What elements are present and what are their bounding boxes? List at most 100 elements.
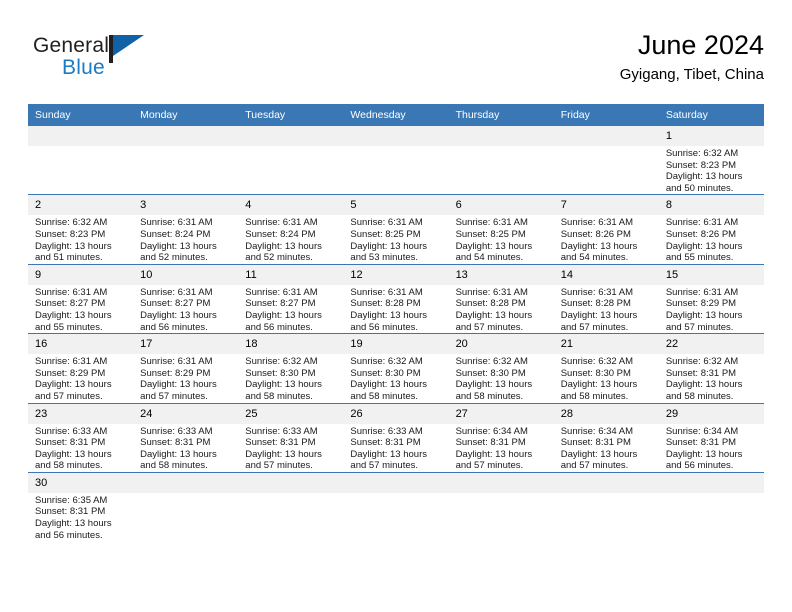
sunset-text: Sunset: 8:31 PM <box>665 367 737 379</box>
sunset-text: Sunset: 8:23 PM <box>665 159 737 171</box>
weekday-header-sunday: Sunday <box>28 104 134 126</box>
calendar-day-cell[interactable]: 18 Sunrise: 6:32 AM Sunset: 8:30 PM Dayligh… <box>238 333 344 403</box>
calendar-day-cell[interactable]: 24 Sunrise: 6:33 AM Sunset: 8:31 PM Dayligh… <box>133 402 239 473</box>
sunrise-text: Sunrise: 6:34 AM <box>665 425 739 437</box>
calendar-cell-empty <box>133 471 239 542</box>
daylight-text: Daylight: 13 hours and 58 minutes. <box>35 448 112 472</box>
day-number: 20 <box>448 334 554 355</box>
daylight-text: Daylight: 13 hours and 56 minutes. <box>350 309 427 333</box>
sunset-text: Sunset: 8:29 PM <box>665 298 737 310</box>
day-sun-info: Sunrise: 6:33 AM Sunset: 8:31 PM Daylight:… <box>133 424 238 472</box>
day-number <box>133 126 239 146</box>
calendar-day-cell[interactable]: 23 Sunrise: 6:33 AM Sunset: 8:31 PM Dayligh… <box>28 402 134 473</box>
sunset-text: Sunset: 8:24 PM <box>140 228 211 240</box>
day-number: 26 <box>343 404 449 424</box>
calendar-day-cell[interactable]: 27 Sunrise: 6:34 AM Sunset: 8:31 PM Dayligh… <box>448 402 554 473</box>
calendar-day-cell[interactable]: 15 Sunrise: 6:31 AM Sunset: 8:29 PM Dayligh… <box>658 263 764 334</box>
day-sun-info: Sunrise: 6:31 AM Sunset: 8:25 PM Daylight:… <box>449 215 554 263</box>
calendar-day-cell[interactable]: 30 Sunrise: 6:35 AM Sunset: 8:31 PM Dayligh… <box>28 471 134 542</box>
sunrise-text: Sunrise: 6:34 AM <box>455 425 528 437</box>
day-sun-info: Sunrise: 6:32 AM Sunset: 8:30 PM Daylight:… <box>343 354 448 402</box>
calendar-day-cell[interactable]: 14 Sunrise: 6:31 AM Sunset: 8:28 PM Dayligh… <box>553 263 659 334</box>
calendar-day-cell[interactable]: 12 Sunrise: 6:31 AM Sunset: 8:28 PM Dayligh… <box>343 263 449 334</box>
calendar-day-cell[interactable]: 29 Sunrise: 6:34 AM Sunset: 8:31 PM Dayligh… <box>658 402 764 473</box>
calendar-day-cell[interactable]: 16 Sunrise: 6:31 AM Sunset: 8:29 PM Dayligh… <box>28 333 134 403</box>
day-number: 12 <box>343 265 449 285</box>
day-number: 23 <box>28 404 134 424</box>
calendar-day-cell[interactable]: 10 Sunrise: 6:31 AM Sunset: 8:27 PM Dayligh… <box>133 263 239 334</box>
daylight-text: Daylight: 13 hours and 57 minutes. <box>455 448 533 472</box>
calendar-day-cell[interactable]: 26 Sunrise: 6:33 AM Sunset: 8:31 PM Dayligh… <box>343 402 449 473</box>
weekday-header-thursday: Thursday <box>448 104 554 126</box>
calendar-day-cell[interactable]: 6 Sunrise: 6:31 AM Sunset: 8:25 PM Daylight… <box>448 194 554 265</box>
day-number <box>343 126 449 146</box>
daylight-text: Daylight: 13 hours and 57 minutes. <box>35 379 112 402</box>
daylight-text: Daylight: 13 hours and 52 minutes. <box>140 240 217 264</box>
sunrise-text: Sunrise: 6:31 AM <box>350 217 423 229</box>
calendar-day-cell[interactable]: 13 Sunrise: 6:31 AM Sunset: 8:28 PM Dayligh… <box>448 263 554 334</box>
calendar-day-cell[interactable]: 28 Sunrise: 6:34 AM Sunset: 8:31 PM Dayligh… <box>553 402 659 473</box>
calendar-cell-empty <box>28 126 134 195</box>
day-sun-info: Sunrise: 6:31 AM Sunset: 8:26 PM Daylight:… <box>659 215 764 263</box>
day-number: 25 <box>238 404 344 424</box>
day-sun-info: Sunrise: 6:33 AM Sunset: 8:31 PM Daylight:… <box>28 424 133 472</box>
day-number <box>238 473 344 493</box>
calendar-day-cell[interactable]: 9 Sunrise: 6:31 AM Sunset: 8:27 PM Daylight… <box>28 263 134 334</box>
calendar-grid: Sunday Monday Tuesday Wednesday Thursday… <box>28 104 764 542</box>
brand-flag-triangle <box>113 35 144 56</box>
calendar-day-cell[interactable]: 19 Sunrise: 6:32 AM Sunset: 8:30 PM Dayligh… <box>343 333 449 403</box>
daylight-text: Daylight: 13 hours and 57 minutes. <box>455 309 533 333</box>
calendar-day-cell[interactable]: 17 Sunrise: 6:31 AM Sunset: 8:29 PM Dayligh… <box>133 333 239 403</box>
calendar-body: 1 Sunrise: 6:32 AM Sunset: 8:23 PM Daylight… <box>28 126 764 542</box>
sunrise-text: Sunrise: 6:32 AM <box>350 356 423 368</box>
day-sun-info: Sunrise: 6:31 AM Sunset: 8:27 PM Daylight:… <box>133 285 238 333</box>
day-sun-info: Sunrise: 6:31 AM Sunset: 8:27 PM Daylight:… <box>238 285 343 333</box>
page-title: June 2024 <box>637 30 764 60</box>
day-number: 1 <box>658 126 764 146</box>
day-sun-info: Sunrise: 6:32 AM Sunset: 8:23 PM Daylight:… <box>28 215 133 263</box>
calendar-week-row: 9 Sunrise: 6:31 AM Sunset: 8:27 PM Daylight… <box>28 263 764 334</box>
day-sun-info: Sunrise: 6:34 AM Sunset: 8:31 PM Daylight:… <box>554 424 659 472</box>
sunset-text: Sunset: 8:31 PM <box>35 437 106 449</box>
weekday-header-saturday: Saturday <box>658 104 764 126</box>
daylight-text: Daylight: 13 hours and 56 minutes. <box>245 309 322 333</box>
calendar-day-cell[interactable]: 7 Sunrise: 6:31 AM Sunset: 8:26 PM Daylight… <box>553 194 659 265</box>
calendar-day-cell[interactable]: 3 Sunrise: 6:31 AM Sunset: 8:24 PM Daylight… <box>133 194 239 265</box>
daylight-text: Daylight: 13 hours and 52 minutes. <box>245 240 322 264</box>
day-number: 28 <box>553 404 659 424</box>
calendar-day-cell[interactable]: 25 Sunrise: 6:33 AM Sunset: 8:31 PM Dayligh… <box>238 402 344 473</box>
sunrise-text: Sunrise: 6:31 AM <box>35 286 108 298</box>
daylight-text: Daylight: 13 hours and 54 minutes. <box>560 240 638 264</box>
day-number: 6 <box>448 195 554 216</box>
sunrise-text: Sunrise: 6:31 AM <box>455 286 528 298</box>
calendar-day-cell[interactable]: 5 Sunrise: 6:31 AM Sunset: 8:25 PM Daylight… <box>343 194 449 265</box>
calendar-day-cell[interactable]: 22 Sunrise: 6:32 AM Sunset: 8:31 PM Dayligh… <box>658 333 764 403</box>
day-sun-info: Sunrise: 6:32 AM Sunset: 8:23 PM Daylight:… <box>659 146 764 194</box>
day-number: 3 <box>133 195 239 216</box>
calendar-day-cell[interactable]: 4 Sunrise: 6:31 AM Sunset: 8:24 PM Daylight… <box>238 194 344 265</box>
day-number: 9 <box>28 265 134 285</box>
calendar-day-cell[interactable]: 8 Sunrise: 6:31 AM Sunset: 8:26 PM Daylight… <box>658 194 764 265</box>
calendar-day-cell[interactable]: 1 Sunrise: 6:32 AM Sunset: 8:23 PM Daylight… <box>658 126 764 195</box>
calendar-cell-empty <box>238 471 344 542</box>
calendar-cell-empty <box>343 471 449 542</box>
day-number <box>553 473 659 493</box>
day-number <box>343 473 449 493</box>
sunrise-text: Sunrise: 6:34 AM <box>560 425 634 437</box>
daylight-text: Daylight: 13 hours and 58 minutes. <box>140 448 217 472</box>
title-block: June 2024 Gyigang, Tibet, China <box>620 28 764 86</box>
day-number <box>133 473 239 493</box>
sunrise-text: Sunrise: 6:32 AM <box>665 356 739 368</box>
sunrise-text: Sunrise: 6:31 AM <box>245 286 318 298</box>
day-number <box>658 473 764 493</box>
sunset-text: Sunset: 8:31 PM <box>140 437 211 449</box>
calendar-day-cell[interactable]: 2 Sunrise: 6:32 AM Sunset: 8:23 PM Daylight… <box>28 194 134 265</box>
calendar-day-cell[interactable]: 20 Sunrise: 6:32 AM Sunset: 8:30 PM Dayligh… <box>448 333 554 403</box>
day-number: 5 <box>343 195 449 216</box>
calendar-day-cell[interactable]: 21 Sunrise: 6:32 AM Sunset: 8:30 PM Dayligh… <box>553 333 659 403</box>
weekday-header-wednesday: Wednesday <box>343 104 449 126</box>
calendar-cell-empty <box>658 471 764 542</box>
calendar-day-cell[interactable]: 11 Sunrise: 6:31 AM Sunset: 8:27 PM Dayligh… <box>238 263 344 334</box>
daylight-text: Daylight: 13 hours and 53 minutes. <box>350 240 427 264</box>
day-sun-info: Sunrise: 6:31 AM Sunset: 8:28 PM Daylight:… <box>343 285 448 333</box>
